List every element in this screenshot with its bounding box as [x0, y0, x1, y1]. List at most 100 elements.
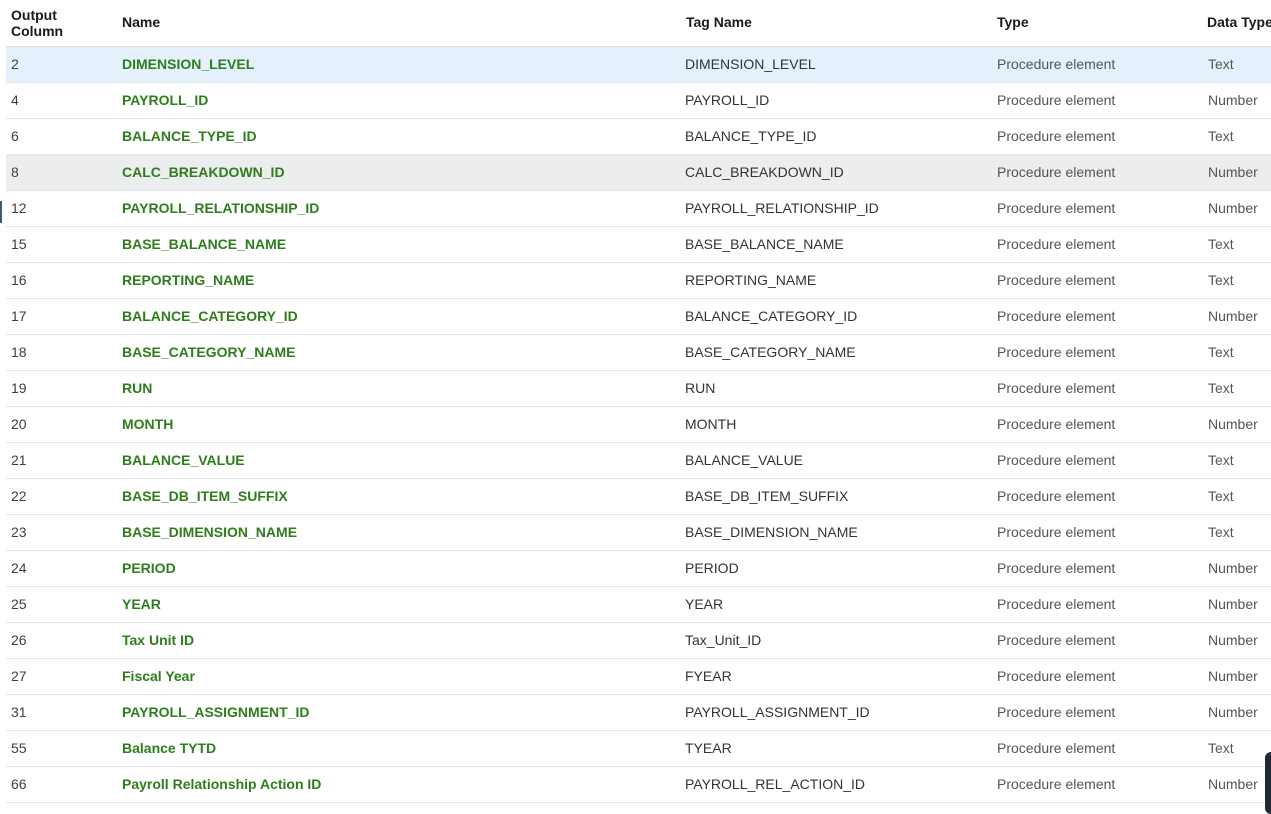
data-type-cell: Text: [1208, 344, 1234, 360]
name-link[interactable]: REPORTING_NAME: [122, 263, 254, 298]
type-cell: Procedure element: [997, 452, 1116, 468]
name-link[interactable]: YEAR: [122, 587, 161, 622]
data-type-cell: Number: [1208, 200, 1258, 216]
data-type-cell: Number: [1208, 704, 1258, 720]
tag-name-cell: REPORTING_NAME: [685, 272, 817, 288]
column-header-name[interactable]: Name: [122, 14, 160, 30]
type-cell: Procedure element: [997, 416, 1116, 432]
name-link[interactable]: Balance TYTD: [122, 731, 216, 766]
tag-name-cell: PAYROLL_ID: [685, 92, 770, 108]
type-cell: Procedure element: [997, 308, 1116, 324]
output-column-cell: 23: [11, 524, 27, 540]
tag-name-cell: TYEAR: [685, 740, 732, 756]
table-body: 2 DIMENSION_LEVEL DIMENSION_LEVEL Procedure…: [6, 47, 1271, 803]
column-header-tag-name[interactable]: Tag Name: [686, 14, 752, 30]
column-header-data-type[interactable]: Data Type: [1207, 14, 1271, 30]
tag-name-cell: BASE_DIMENSION_NAME: [685, 524, 858, 540]
table-row[interactable]: 27 Fiscal Year FYEAR Procedure element Numbe…: [6, 659, 1271, 695]
name-link[interactable]: BALANCE_VALUE: [122, 443, 245, 478]
data-type-cell: Text: [1208, 128, 1234, 144]
table-row[interactable]: 22 BASE_DB_ITEM_SUFFIX BASE_DB_ITEM_SUFFIX…: [6, 479, 1271, 515]
column-header-type[interactable]: Type: [997, 14, 1029, 30]
name-link[interactable]: Tax Unit ID: [122, 623, 194, 658]
table-row[interactable]: 2 DIMENSION_LEVEL DIMENSION_LEVEL Procedure…: [6, 47, 1271, 83]
data-type-cell: Number: [1208, 776, 1258, 792]
output-column-cell: 21: [11, 452, 27, 468]
name-link[interactable]: CALC_BREAKDOWN_ID: [122, 155, 285, 190]
output-column-cell: 55: [11, 740, 27, 756]
table-row[interactable]: 15 BASE_BALANCE_NAME BASE_BALANCE_NAME Proc…: [6, 227, 1271, 263]
table-row[interactable]: 25 YEAR YEAR Procedure element Number: [6, 587, 1271, 623]
tag-name-cell: RUN: [685, 380, 716, 396]
output-column-cell: 6: [11, 128, 19, 144]
name-link[interactable]: MONTH: [122, 407, 173, 442]
output-column-cell: 19: [11, 380, 27, 396]
name-link[interactable]: PERIOD: [122, 551, 176, 586]
table-row[interactable]: 12 PAYROLL_RELATIONSHIP_ID PAYROLL_RELATIO…: [6, 191, 1271, 227]
table-row[interactable]: 66 Payroll Relationship Action ID PAYROLL_…: [6, 767, 1271, 803]
tag-name-cell: BASE_DB_ITEM_SUFFIX: [685, 488, 849, 504]
type-cell: Procedure element: [997, 236, 1116, 252]
name-link[interactable]: BALANCE_CATEGORY_ID: [122, 299, 298, 334]
type-cell: Procedure element: [997, 632, 1116, 648]
table-row[interactable]: 17 BALANCE_CATEGORY_ID BALANCE_CATEGORY_ID…: [6, 299, 1271, 335]
type-cell: Procedure element: [997, 92, 1116, 108]
data-type-cell: Text: [1208, 56, 1234, 72]
tag-name-cell: PAYROLL_RELATIONSHIP_ID: [685, 200, 879, 216]
name-link[interactable]: BASE_DB_ITEM_SUFFIX: [122, 479, 288, 514]
name-link[interactable]: Fiscal Year: [122, 659, 195, 694]
output-column-cell: 2: [11, 56, 19, 72]
type-cell: Procedure element: [997, 128, 1116, 144]
data-type-cell: Text: [1208, 380, 1234, 396]
table-row[interactable]: 8 CALC_BREAKDOWN_ID CALC_BREAKDOWN_ID Proce…: [6, 155, 1271, 191]
tag-name-cell: BALANCE_CATEGORY_ID: [685, 308, 858, 324]
type-cell: Procedure element: [997, 56, 1116, 72]
type-cell: Procedure element: [997, 272, 1116, 288]
output-column-cell: 22: [11, 488, 27, 504]
type-cell: Procedure element: [997, 668, 1116, 684]
table-row[interactable]: 21 BALANCE_VALUE BALANCE_VALUE Procedure el…: [6, 443, 1271, 479]
name-link[interactable]: PAYROLL_ASSIGNMENT_ID: [122, 695, 309, 730]
table-row[interactable]: 31 PAYROLL_ASSIGNMENT_ID PAYROLL_ASSIGNMEN…: [6, 695, 1271, 731]
name-link[interactable]: BASE_BALANCE_NAME: [122, 227, 286, 262]
name-link[interactable]: DIMENSION_LEVEL: [122, 47, 254, 82]
table-row[interactable]: 16 REPORTING_NAME REPORTING_NAME Procedure …: [6, 263, 1271, 299]
name-link[interactable]: PAYROLL_RELATIONSHIP_ID: [122, 191, 319, 226]
data-type-cell: Text: [1208, 488, 1234, 504]
scrollbar-thumb[interactable]: [1265, 752, 1271, 814]
name-link[interactable]: BALANCE_TYPE_ID: [122, 119, 257, 154]
tag-name-cell: Tax_Unit_ID: [685, 632, 762, 648]
table-row[interactable]: 20 MONTH MONTH Procedure element Number: [6, 407, 1271, 443]
table-row[interactable]: 23 BASE_DIMENSION_NAME BASE_DIMENSION_NAME…: [6, 515, 1271, 551]
type-cell: Procedure element: [997, 344, 1116, 360]
output-column-cell: 25: [11, 596, 27, 612]
table-row[interactable]: 26 Tax Unit ID Tax_Unit_ID Procedure elemen…: [6, 623, 1271, 659]
column-header-output-column[interactable]: Output Column: [11, 7, 71, 39]
name-link[interactable]: PAYROLL_ID: [122, 83, 208, 118]
table-row[interactable]: 18 BASE_CATEGORY_NAME BASE_CATEGORY_NAME Pr…: [6, 335, 1271, 371]
data-type-cell: Number: [1208, 92, 1258, 108]
data-type-cell: Text: [1208, 452, 1234, 468]
output-column-cell: 66: [11, 776, 27, 792]
tag-name-cell: BALANCE_TYPE_ID: [685, 128, 817, 144]
output-column-cell: 15: [11, 236, 27, 252]
name-link[interactable]: BASE_DIMENSION_NAME: [122, 515, 297, 550]
table-row[interactable]: 6 BALANCE_TYPE_ID BALANCE_TYPE_ID Procedure…: [6, 119, 1271, 155]
output-columns-table: Output Column Name Tag Name Type Data Ty…: [6, 0, 1271, 803]
type-cell: Procedure element: [997, 704, 1116, 720]
output-column-cell: 12: [11, 200, 27, 216]
output-column-cell: 26: [11, 632, 27, 648]
name-link[interactable]: RUN: [122, 371, 152, 406]
table-row[interactable]: 4 PAYROLL_ID PAYROLL_ID Procedure element Nu…: [6, 83, 1271, 119]
name-link[interactable]: BASE_CATEGORY_NAME: [122, 335, 295, 370]
tag-name-cell: CALC_BREAKDOWN_ID: [685, 164, 844, 180]
output-column-cell: 17: [11, 308, 27, 324]
tag-name-cell: BASE_BALANCE_NAME: [685, 236, 844, 252]
name-link[interactable]: Payroll Relationship Action ID: [122, 767, 321, 802]
table-header: Output Column Name Tag Name Type Data Ty…: [6, 0, 1271, 47]
tag-name-cell: YEAR: [685, 596, 724, 612]
table-row[interactable]: 24 PERIOD PERIOD Procedure element Number: [6, 551, 1271, 587]
table-row[interactable]: 55 Balance TYTD TYEAR Procedure element Text: [6, 731, 1271, 767]
table-row[interactable]: 19 RUN RUN Procedure element Text: [6, 371, 1271, 407]
type-cell: Procedure element: [997, 488, 1116, 504]
